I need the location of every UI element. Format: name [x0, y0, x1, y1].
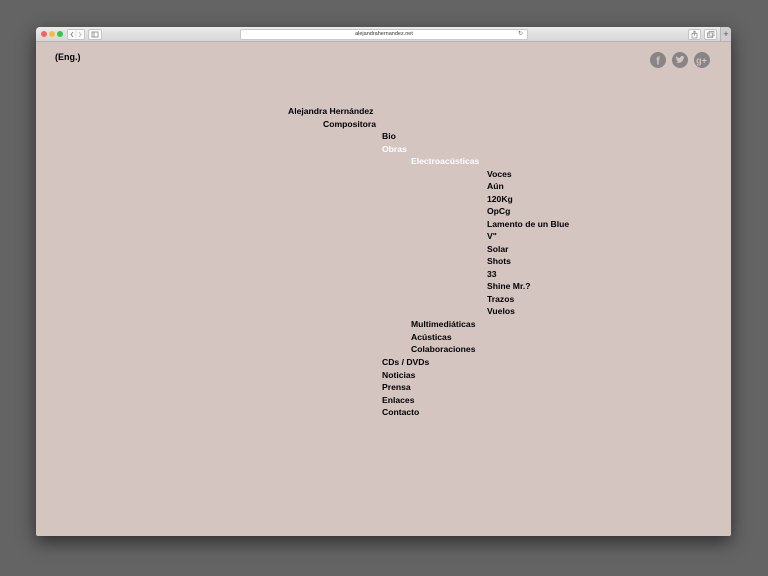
browser-window: alejandrahernandez.net ↻ + (Eng.) f g+ A…	[36, 27, 731, 536]
work-item[interactable]: Voces	[487, 169, 512, 180]
browser-toolbar: alejandrahernandez.net ↻ +	[36, 27, 731, 42]
work-item[interactable]: Trazos	[487, 294, 514, 305]
sidebar-icon[interactable]	[88, 29, 102, 40]
menu-cds-dvds[interactable]: CDs / DVDs	[382, 357, 429, 368]
new-tab-icon[interactable]: +	[720, 27, 731, 41]
submenu-colaboraciones[interactable]: Colaboraciones	[411, 344, 475, 355]
svg-text:f: f	[656, 56, 660, 68]
reload-icon[interactable]: ↻	[518, 30, 523, 39]
menu-bio[interactable]: Bio	[382, 131, 396, 142]
submenu-acusticas[interactable]: Acústicas	[411, 332, 452, 343]
submenu-electroacusticas[interactable]: Electroacústicas	[411, 156, 479, 167]
work-item[interactable]: Lamento de un Blue	[487, 219, 569, 230]
address-url: alejandrahernandez.net	[355, 31, 413, 37]
share-icon[interactable]	[688, 29, 701, 40]
submenu-multimediaticas[interactable]: Multimediáticas	[411, 319, 475, 330]
work-item[interactable]: OpCg	[487, 206, 510, 217]
work-item[interactable]: Shine Mr.?	[487, 281, 530, 292]
facebook-icon[interactable]: f	[650, 52, 666, 68]
work-item[interactable]: 33	[487, 269, 497, 280]
maximize-window-button[interactable]	[57, 31, 63, 37]
menu-enlaces[interactable]: Enlaces	[382, 395, 415, 406]
google-plus-icon[interactable]: g+	[694, 52, 710, 68]
menu-noticias[interactable]: Noticias	[382, 370, 415, 381]
close-window-button[interactable]	[41, 31, 47, 37]
work-item[interactable]: Shots	[487, 256, 511, 267]
back-forward-buttons[interactable]	[67, 29, 85, 40]
tabs-overview-icon[interactable]	[704, 29, 717, 40]
address-bar[interactable]: alejandrahernandez.net ↻	[240, 29, 528, 40]
twitter-icon[interactable]	[672, 52, 688, 68]
menu-obras[interactable]: Obras	[382, 144, 407, 155]
svg-text:g+: g+	[696, 56, 707, 66]
menu-prensa[interactable]: Prensa	[382, 382, 411, 393]
work-item[interactable]: 120Kg	[487, 194, 513, 205]
work-item[interactable]: Solar	[487, 244, 509, 255]
work-item[interactable]: V"	[487, 231, 497, 242]
site-title[interactable]: Alejandra Hernández	[288, 106, 373, 117]
minimize-window-button[interactable]	[49, 31, 55, 37]
menu-contacto[interactable]: Contacto	[382, 407, 419, 418]
role-label: Compositora	[323, 118, 376, 129]
work-item[interactable]: Aún	[487, 181, 504, 192]
work-item[interactable]: Vuelos	[487, 306, 515, 317]
language-link[interactable]: (Eng.)	[55, 52, 81, 62]
